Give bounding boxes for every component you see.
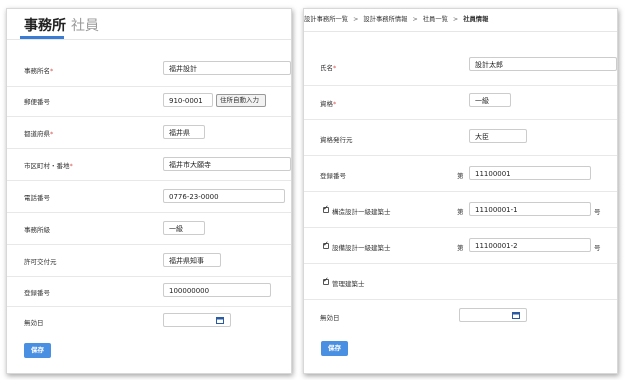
calendar-icon[interactable] bbox=[216, 316, 224, 324]
form-row-postal-code: 郵便番号 910-0001 住所自動入力 bbox=[7, 86, 291, 117]
structural-architect-checkbox[interactable] bbox=[323, 204, 329, 213]
postal-code-input[interactable]: 910-0001 bbox=[163, 93, 213, 107]
tab-bar: 事務所 社員 bbox=[7, 9, 291, 40]
structural-prefix: 第 bbox=[457, 208, 464, 216]
equipment-architect-input[interactable]: 11100001-2 bbox=[469, 238, 591, 252]
form-row-equipment-architect: 設備設計一級建築士 第 11100001-2 号 bbox=[304, 227, 617, 264]
equipment-prefix: 第 bbox=[457, 244, 464, 252]
breadcrumb-separator-icon: > bbox=[353, 16, 359, 23]
form-row-office-class: 事務所級 一級 bbox=[7, 212, 291, 245]
form-row-managing-architect: 管理建築士 bbox=[304, 263, 617, 300]
employee-registration-input[interactable]: 11100001 bbox=[469, 166, 591, 180]
form-row-permit-issuer: 許可交付元 福井県知事 bbox=[7, 244, 291, 277]
form-row-employee-registration: 登録番号 第 11100001 bbox=[304, 155, 617, 192]
office-name-input[interactable]: 福井設計 bbox=[163, 61, 291, 75]
breadcrumb: 設計事務所一覧 > 設計事務所情報 > 社員一覧 > 社員情報 bbox=[304, 9, 617, 32]
active-tab-indicator bbox=[20, 36, 64, 39]
save-button[interactable]: 保存 bbox=[24, 343, 51, 358]
employee-registration-label: 登録番号 bbox=[320, 172, 346, 180]
employee-name-input[interactable]: 設計太郎 bbox=[469, 57, 617, 71]
form-row-employee-invalid-date: 無効日 bbox=[304, 299, 617, 329]
employee-save-button[interactable]: 保存 bbox=[321, 341, 348, 356]
office-name-label: 事務所名* bbox=[24, 67, 54, 75]
phone-input[interactable]: 0776-23-0000 bbox=[163, 189, 285, 203]
qualification-label: 資格* bbox=[320, 100, 337, 108]
breadcrumb-office-info[interactable]: 設計事務所情報 bbox=[363, 9, 407, 31]
office-class-input[interactable]: 一級 bbox=[163, 221, 205, 235]
registration-prefix: 第 bbox=[457, 172, 464, 180]
form-row-employee-name: 氏名* 設計太郎 bbox=[304, 45, 617, 86]
employee-invalid-date-label: 無効日 bbox=[320, 314, 340, 322]
employee-panel: 設計事務所一覧 > 設計事務所情報 > 社員一覧 > 社員情報 氏名* 設計太郎 資格* 一… bbox=[303, 8, 618, 374]
form-row-registration-number: 登録番号 100000000 bbox=[7, 276, 291, 307]
form-row-structural-architect: 構造設計一級建築士 第 11100001-1 号 bbox=[304, 191, 617, 228]
equipment-architect-checkbox[interactable] bbox=[323, 240, 329, 249]
managing-architect-label: 管理建築士 bbox=[332, 280, 365, 288]
city-address-label: 市区町村・番地* bbox=[24, 162, 73, 170]
employee-name-label: 氏名* bbox=[320, 64, 337, 72]
managing-architect-checkbox[interactable] bbox=[323, 276, 329, 285]
prefecture-input[interactable]: 福井県 bbox=[163, 125, 205, 139]
breadcrumb-office-list[interactable]: 設計事務所一覧 bbox=[304, 9, 348, 31]
permit-issuer-input[interactable]: 福井県知事 bbox=[163, 253, 221, 267]
breadcrumb-separator-icon: > bbox=[412, 16, 418, 23]
form-row-office-name: 事務所名* 福井設計 bbox=[7, 51, 291, 87]
form-row-prefecture: 都道府県* 福井県 bbox=[7, 116, 291, 149]
breadcrumb-employee-list[interactable]: 社員一覧 bbox=[423, 9, 448, 31]
structural-suffix: 号 bbox=[594, 208, 601, 216]
form-row-phone: 電話番号 0776-23-0000 bbox=[7, 180, 291, 213]
auto-address-button[interactable]: 住所自動入力 bbox=[216, 94, 266, 107]
form-row-invalid-date: 無効日 bbox=[7, 306, 291, 336]
prefecture-label: 都道府県* bbox=[24, 130, 54, 138]
structural-architect-input[interactable]: 11100001-1 bbox=[469, 202, 591, 216]
invalid-date-label: 無効日 bbox=[24, 319, 44, 327]
office-class-label: 事務所級 bbox=[24, 226, 50, 234]
tab-office[interactable]: 事務所 bbox=[24, 15, 66, 35]
form-row-qualification-issuer: 資格発行元 大臣 bbox=[304, 119, 617, 156]
breadcrumb-employee-info: 社員情報 bbox=[463, 16, 489, 23]
permit-issuer-label: 許可交付元 bbox=[24, 258, 57, 266]
tab-employee[interactable]: 社員 bbox=[71, 15, 99, 35]
phone-label: 電話番号 bbox=[24, 194, 50, 202]
registration-number-label: 登録番号 bbox=[24, 289, 50, 297]
office-panel: 事務所 社員 事務所名* 福井設計 郵便番号 910-0001 住所自動入力 都… bbox=[6, 8, 292, 374]
form-row-qualification: 資格* 一級 bbox=[304, 85, 617, 120]
breadcrumb-separator-icon: > bbox=[452, 16, 459, 23]
calendar-icon[interactable] bbox=[512, 311, 520, 319]
city-address-input[interactable]: 福井市大願寺 bbox=[163, 157, 291, 171]
equipment-architect-label: 設備設計一級建築士 bbox=[332, 244, 391, 252]
qualification-issuer-label: 資格発行元 bbox=[320, 136, 353, 144]
qualification-input[interactable]: 一級 bbox=[469, 93, 511, 107]
qualification-issuer-input[interactable]: 大臣 bbox=[469, 129, 527, 143]
registration-number-input[interactable]: 100000000 bbox=[163, 283, 271, 297]
form-row-city-address: 市区町村・番地* 福井市大願寺 bbox=[7, 148, 291, 181]
postal-code-label: 郵便番号 bbox=[24, 98, 50, 106]
structural-architect-label: 構造設計一級建築士 bbox=[332, 208, 391, 216]
equipment-suffix: 号 bbox=[594, 244, 601, 252]
